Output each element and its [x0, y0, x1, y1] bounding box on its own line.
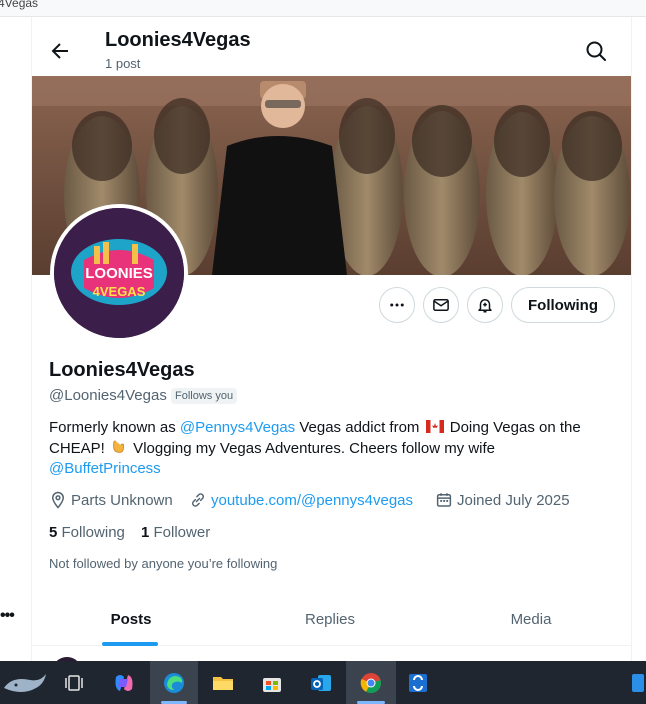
task-view-icon[interactable] [50, 661, 98, 704]
joined-item: Joined July 2025 [435, 491, 570, 509]
bio-text: Vegas addict from [295, 419, 424, 436]
follows-you-badge: Follows you [171, 388, 238, 404]
profile-name: Loonies4Vegas [49, 359, 195, 381]
followers-label: Follower [153, 524, 211, 541]
followers-count-link[interactable]: 1 Follower [141, 524, 210, 541]
bell-plus-icon [478, 299, 492, 313]
store-icon[interactable] [248, 661, 296, 704]
more-menu-icon[interactable]: ••• [0, 607, 15, 625]
profile-avatar[interactable]: LOONIES 4VEGAS [50, 204, 188, 342]
profile-tabs: Posts Replies Media [32, 593, 631, 646]
joined-date: Joined July 2025 [457, 491, 570, 509]
post-count: 1 post [105, 56, 141, 71]
file-explorer-icon[interactable] [198, 661, 248, 704]
website-item[interactable]: youtube.com/@pennys4vegas [189, 491, 413, 509]
followers-count: 1 [141, 524, 150, 541]
tab-label: Posts [110, 611, 152, 628]
bio-mention-link[interactable]: @Pennys4Vegas [180, 419, 295, 436]
bio-text: Formerly known as [49, 419, 180, 436]
mutual-followers-note: Not followed by anyone you’re following [49, 556, 278, 571]
avatar-logo-top: LOONIES [85, 265, 153, 282]
profile-bio: Formerly known as @Pennys4Vegas Vegas ad… [49, 418, 609, 479]
active-tab-indicator [102, 642, 158, 646]
search-icon[interactable] [584, 39, 608, 63]
location-pin-icon [51, 491, 65, 509]
following-label: Following [61, 524, 125, 541]
call-me-hand-icon [113, 440, 124, 453]
edge-icon[interactable] [150, 661, 198, 704]
browser-tab-strip: 4Vegas [0, 0, 646, 17]
browser-tab-title[interactable]: 4Vegas [0, 0, 38, 10]
calendar-icon [436, 493, 452, 507]
envelope-icon [433, 299, 449, 311]
profile-column: Loonies4Vegas 1 post LOONIES 4VEGAS Foll… [32, 17, 632, 661]
widget-icon[interactable] [628, 661, 646, 704]
location-text: Parts Unknown [71, 491, 173, 509]
following-count: 5 [49, 524, 58, 541]
profile-header: Loonies4Vegas 1 post [32, 17, 631, 76]
left-navigation-edge: ••• [0, 17, 32, 661]
windows-taskbar [0, 661, 646, 704]
page-title: Loonies4Vegas [105, 29, 251, 51]
bio-text: Vlogging my Vegas Adventures. Cheers fol… [129, 440, 496, 457]
avatar-logo-bottom: 4VEGAS [93, 284, 146, 299]
chrome-icon[interactable] [346, 661, 396, 704]
more-horizontal-icon [390, 303, 404, 307]
outlook-icon[interactable] [296, 661, 346, 704]
tab-replies[interactable]: Replies [230, 593, 430, 646]
location-item: Parts Unknown [49, 491, 173, 509]
bio-mention-link[interactable]: @BuffetPrincess [49, 460, 161, 477]
tab-label: Replies [304, 611, 356, 628]
tab-media[interactable]: Media [430, 593, 631, 646]
whale-icon[interactable] [0, 661, 50, 704]
back-arrow-icon[interactable] [48, 39, 72, 63]
following-button[interactable]: Following [511, 287, 615, 323]
tab-label: Media [510, 611, 552, 628]
copilot-icon[interactable] [98, 661, 150, 704]
tab-posts[interactable]: Posts [32, 593, 230, 646]
following-count-link[interactable]: 5 Following [49, 524, 125, 541]
canada-flag-icon [425, 420, 444, 433]
more-options-button[interactable] [379, 287, 415, 323]
link-icon [191, 493, 205, 507]
notifications-button[interactable] [467, 287, 503, 323]
remote-app-icon[interactable] [396, 661, 440, 704]
profile-handle: @Loonies4Vegas [49, 387, 167, 404]
website-link[interactable]: youtube.com/@pennys4vegas [211, 492, 413, 509]
message-button[interactable] [423, 287, 459, 323]
